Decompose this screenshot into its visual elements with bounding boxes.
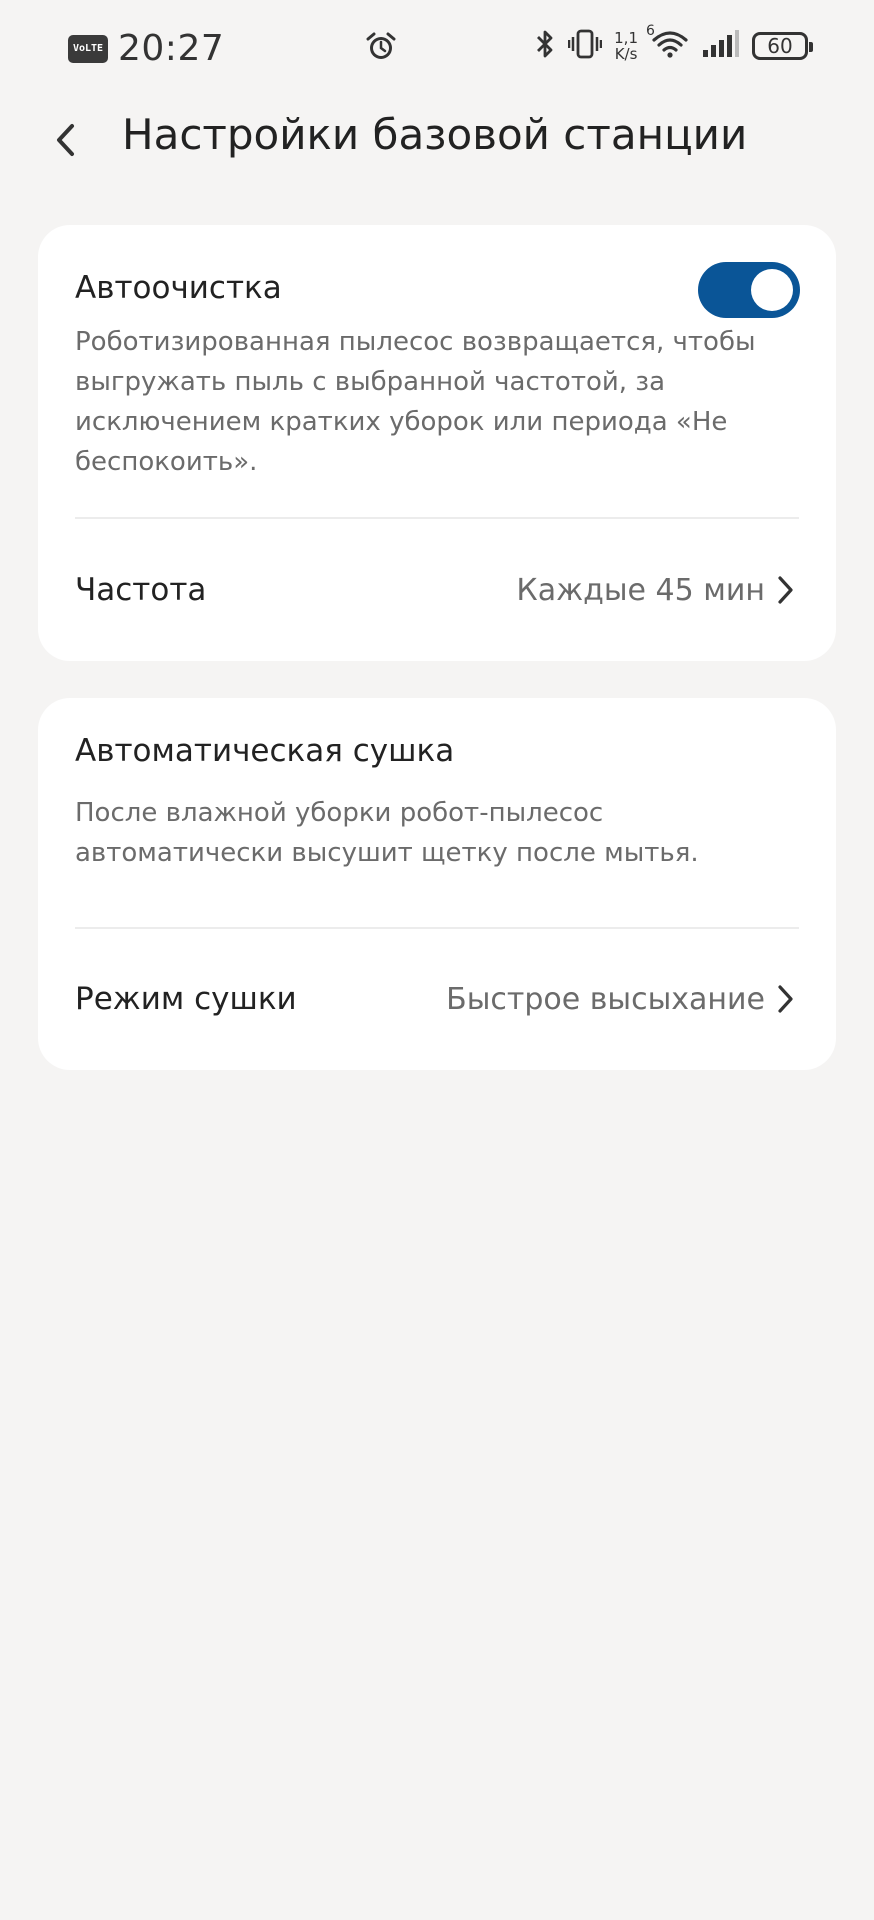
auto-dry-card: Автоматическая сушка После влажной уборк…	[38, 698, 836, 1070]
signal-icon	[702, 30, 740, 62]
auto-dry-title: Автоматическая сушка	[75, 733, 455, 769]
alarm-icon	[364, 30, 398, 64]
frequency-label: Частота	[75, 572, 207, 608]
vibrate-icon	[567, 28, 603, 64]
battery-icon: 60	[752, 32, 813, 60]
status-bar: VoLTE 20:27 1,1 K/s 6 60	[0, 0, 874, 100]
frequency-value: Каждые 45 мин	[516, 572, 765, 608]
wifi-icon: 6	[646, 23, 690, 63]
auto-empty-description: Роботизированная пылесос возвращается, ч…	[75, 327, 756, 477]
toggle-knob	[751, 269, 793, 311]
auto-empty-toggle[interactable]	[698, 262, 800, 318]
divider	[75, 517, 799, 519]
dry-mode-label: Режим сушки	[75, 981, 297, 1017]
auto-dry-description: После влажной уборки робот-пылесос автом…	[75, 798, 699, 868]
page-title: Настройки базовой станции	[122, 110, 748, 159]
volte-icon: VoLTE	[68, 34, 108, 63]
chevron-left-icon	[57, 124, 74, 156]
chevron-right-icon	[773, 981, 799, 1017]
frequency-value-group: Каждые 45 мин	[516, 572, 799, 608]
status-right: 1,1 K/s 6 60	[534, 23, 813, 64]
dry-mode-value: Быстрое высыхание	[446, 981, 765, 1017]
frequency-row[interactable]: Частота Каждые 45 мин	[75, 555, 799, 625]
network-speed: 1,1 K/s	[614, 29, 638, 63]
auto-empty-card: Автоочистка Роботизированная пылесос воз…	[38, 225, 836, 661]
divider	[75, 927, 799, 929]
app-header: Настройки базовой станции	[0, 100, 874, 230]
back-button[interactable]	[40, 114, 92, 166]
chevron-right-icon	[773, 572, 799, 608]
auto-empty-title: Автоочистка	[75, 270, 282, 306]
dry-mode-row[interactable]: Режим сушки Быстрое высыхание	[75, 964, 799, 1034]
status-time: 20:27	[118, 28, 225, 69]
dry-mode-value-group: Быстрое высыхание	[446, 981, 799, 1017]
status-left: VoLTE 20:27	[68, 28, 224, 69]
bluetooth-icon	[534, 28, 556, 64]
